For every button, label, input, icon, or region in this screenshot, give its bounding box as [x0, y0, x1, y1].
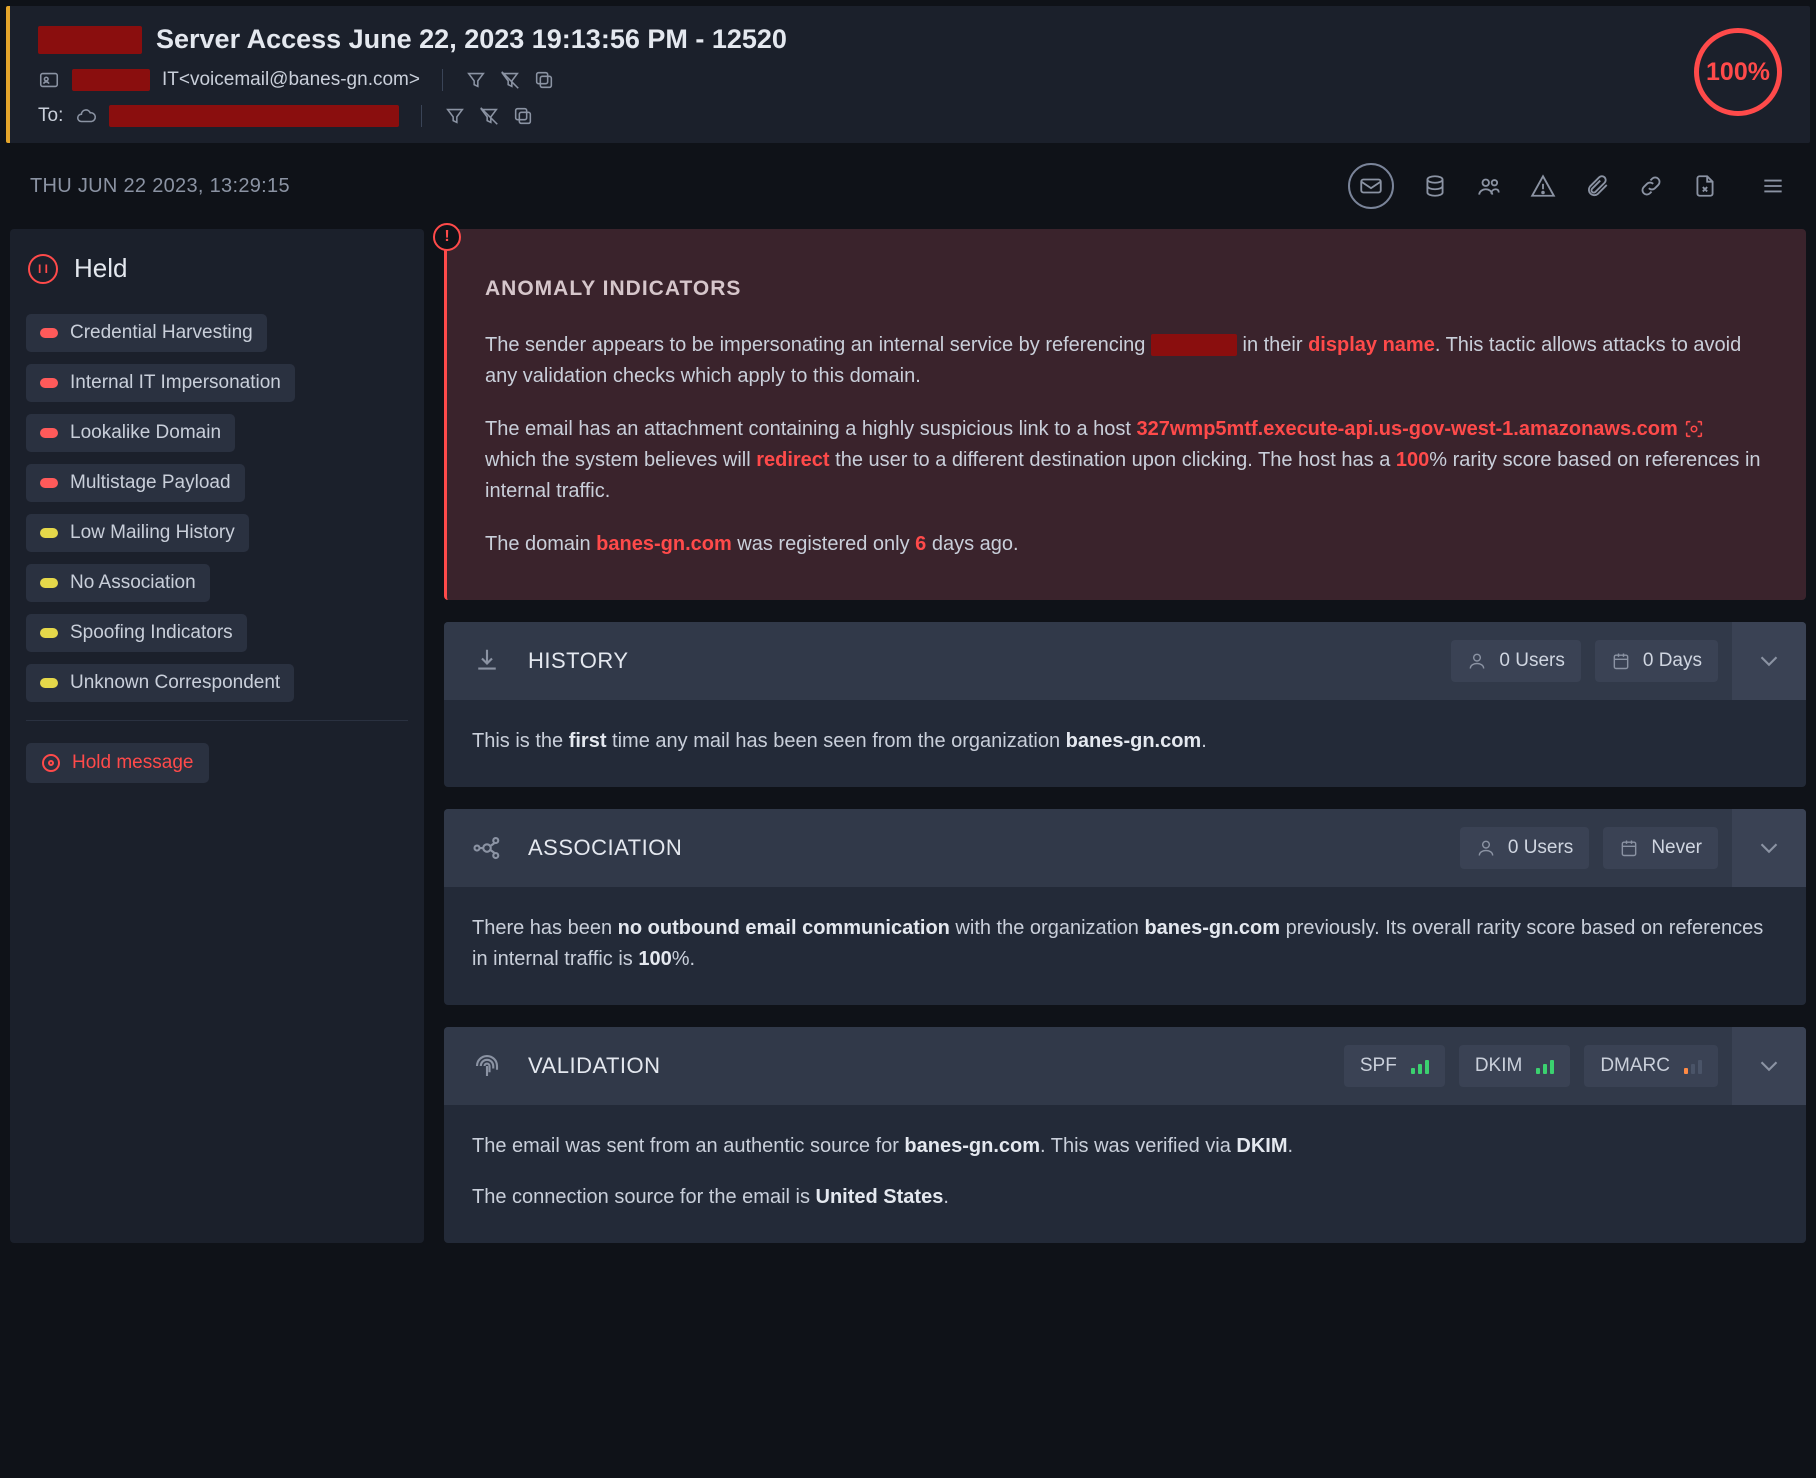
tag-label: Low Mailing History [70, 522, 235, 544]
message-header: Server Access June 22, 2023 19:13:56 PM … [6, 6, 1810, 143]
copy-icon[interactable] [512, 105, 534, 127]
contact-card-icon [38, 69, 60, 91]
users-icon[interactable] [1476, 173, 1502, 199]
database-icon[interactable] [1422, 173, 1448, 199]
target-icon [42, 754, 60, 772]
timestamp: THU JUN 22 2023, 13:29:15 [30, 175, 290, 198]
severity-pill [40, 428, 58, 438]
tag-label: Credential Harvesting [70, 322, 253, 344]
alert-icon: ! [433, 223, 461, 251]
tag-label: Internal IT Impersonation [70, 372, 281, 394]
anomaly-heading: ANOMALY INDICATORS [485, 273, 1762, 306]
tag-label: No Association [70, 572, 196, 594]
redacted-term [1151, 334, 1237, 356]
severity-pill [40, 678, 58, 688]
anomaly-panel: ! ANOMALY INDICATORS The sender appears … [444, 229, 1806, 600]
link-icon[interactable] [1638, 173, 1664, 199]
held-status: Held [74, 253, 127, 284]
calendar-icon [1611, 651, 1631, 671]
severity-pill [40, 328, 58, 338]
cloud-icon [75, 105, 97, 127]
filter-off-icon[interactable] [478, 105, 500, 127]
expand-button[interactable] [1732, 809, 1806, 887]
tag-credential-harvesting[interactable]: Credential Harvesting [26, 314, 267, 352]
severity-pill [40, 378, 58, 388]
hold-message-button[interactable]: Hold message [26, 743, 209, 783]
menu-icon[interactable] [1760, 173, 1786, 199]
message-title: Server Access June 22, 2023 19:13:56 PM … [156, 24, 787, 55]
toolbar: THU JUN 22 2023, 13:29:15 [6, 147, 1810, 225]
severity-pill [40, 528, 58, 538]
tag-label: Multistage Payload [70, 472, 231, 494]
chevron-down-icon [1754, 1051, 1784, 1081]
expand-button[interactable] [1732, 622, 1806, 700]
tag-label: Unknown Correspondent [70, 672, 280, 694]
history-days: 0 Days [1595, 640, 1718, 682]
chevron-down-icon [1754, 833, 1784, 863]
tag-label: Lookalike Domain [70, 422, 221, 444]
filter-off-icon[interactable] [499, 69, 521, 91]
tag-low-mailing-history[interactable]: Low Mailing History [26, 514, 249, 552]
from-display: IT<voicemail@banes-gn.com> [162, 69, 420, 91]
copy-icon[interactable] [533, 69, 555, 91]
tag-unknown-correspondent[interactable]: Unknown Correspondent [26, 664, 294, 702]
warning-icon[interactable] [1530, 173, 1556, 199]
score-ring: 100% [1694, 28, 1782, 116]
tag-spoofing-indicators[interactable]: Spoofing Indicators [26, 614, 247, 652]
title-redacted [38, 26, 142, 54]
pause-icon: I I [28, 254, 58, 284]
history-panel: HISTORY 0 Users 0 Days This is [444, 622, 1806, 787]
file-x-icon[interactable] [1692, 173, 1718, 199]
dkim-chip: DKIM [1459, 1045, 1571, 1087]
paperclip-icon[interactable] [1584, 173, 1610, 199]
calendar-icon [1619, 838, 1639, 858]
from-redacted [72, 69, 150, 91]
assoc-users: 0 Users [1460, 827, 1589, 869]
fingerprint-icon [472, 1051, 502, 1081]
severity-pill [40, 578, 58, 588]
to-label: To: [38, 105, 63, 127]
severity-pill [40, 628, 58, 638]
user-icon [1476, 838, 1496, 858]
spf-chip: SPF [1344, 1045, 1445, 1087]
to-redacted [109, 105, 399, 127]
tag-label: Spoofing Indicators [70, 622, 233, 644]
filter-icon[interactable] [444, 105, 466, 127]
validation-panel: VALIDATION SPF DKIM DMARC [444, 1027, 1806, 1243]
chevron-down-icon [1754, 646, 1784, 676]
assoc-when: Never [1603, 827, 1718, 869]
download-icon [472, 646, 502, 676]
envelope-icon[interactable] [1348, 163, 1394, 209]
association-panel: ASSOCIATION 0 Users Never There [444, 809, 1806, 1005]
tag-no-association[interactable]: No Association [26, 564, 210, 602]
user-icon [1467, 651, 1487, 671]
network-icon [472, 833, 502, 863]
tag-internal-it-impersonation[interactable]: Internal IT Impersonation [26, 364, 295, 402]
history-users: 0 Users [1451, 640, 1580, 682]
tag-list: Credential Harvesting Internal IT Imperso… [26, 314, 408, 721]
dmarc-chip: DMARC [1584, 1045, 1718, 1087]
severity-pill [40, 478, 58, 488]
expand-button[interactable] [1732, 1027, 1806, 1105]
tag-lookalike-domain[interactable]: Lookalike Domain [26, 414, 235, 452]
sidebar: I I Held Credential Harvesting Internal I… [10, 229, 424, 1243]
scan-icon [1683, 418, 1705, 440]
tag-multistage-payload[interactable]: Multistage Payload [26, 464, 245, 502]
filter-icon[interactable] [465, 69, 487, 91]
